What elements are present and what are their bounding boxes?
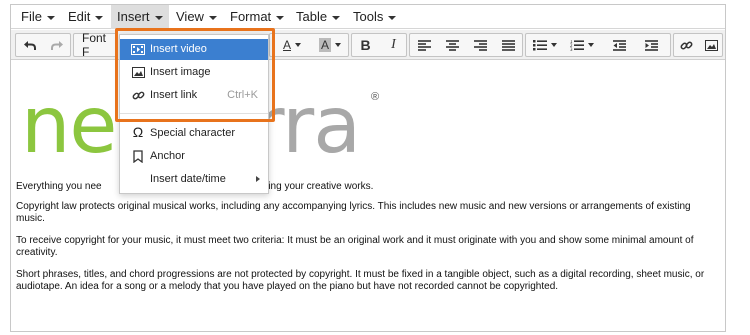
image-button[interactable] (699, 34, 723, 56)
chevron-down-icon (388, 15, 397, 20)
link-icon (680, 41, 692, 49)
chevron-down-icon (335, 43, 341, 47)
indent-button[interactable] (636, 34, 666, 56)
menu-item-anchor[interactable]: Anchor (120, 146, 268, 167)
align-left-icon (417, 39, 431, 51)
text-color-icon: A (282, 38, 291, 52)
bold-button[interactable]: B (352, 34, 379, 56)
image-icon (704, 39, 718, 51)
redo-button[interactable] (44, 34, 71, 56)
menu-item-special-character[interactable]: Ω Special character (120, 123, 268, 144)
numbered-list-icon: 123 (570, 40, 584, 51)
menu-edit[interactable]: Edit (62, 5, 109, 29)
menu-format[interactable]: Format (224, 5, 290, 29)
style-group: B I (351, 33, 407, 57)
align-center-icon (445, 39, 459, 51)
undo-icon (24, 40, 36, 50)
align-right-button[interactable] (466, 34, 494, 56)
bookmark-icon (131, 150, 145, 163)
svg-text:3: 3 (570, 47, 573, 51)
indent-icon (644, 39, 658, 51)
color-group: A A (269, 33, 349, 57)
paragraph: Short phrases, titles, and chord progres… (16, 269, 705, 292)
chevron-down-icon (208, 15, 217, 20)
editor: File Edit Insert View Format Table Tools… (10, 4, 726, 332)
align-center-button[interactable] (438, 34, 466, 56)
history-group (15, 33, 71, 57)
menu-view[interactable]: View (170, 5, 223, 29)
menu-file[interactable]: File (15, 5, 61, 29)
highlight-box (115, 28, 275, 122)
background-color-button[interactable]: A (312, 34, 348, 56)
outdent-button[interactable] (604, 34, 634, 56)
chevron-down-icon (95, 15, 104, 20)
link-button[interactable] (674, 34, 698, 56)
undo-button[interactable] (16, 34, 43, 56)
justify-button[interactable] (494, 34, 522, 56)
chevron-down-icon (295, 43, 301, 47)
redo-icon (51, 40, 63, 50)
list-group: 123 (525, 33, 671, 57)
align-left-button[interactable] (410, 34, 438, 56)
chevron-down-icon (46, 15, 55, 20)
menu-item-insert-datetime[interactable]: Insert date/time (120, 169, 268, 190)
text-color-button[interactable]: A (274, 34, 310, 56)
chevron-right-icon (256, 176, 260, 182)
paragraph: Copyright law protects original musical … (16, 201, 691, 224)
align-right-icon (473, 39, 487, 51)
bullet-list-icon (533, 39, 547, 50)
insert-group (673, 33, 723, 57)
menu-insert[interactable]: Insert (111, 5, 169, 29)
menu-table[interactable]: Table (290, 5, 346, 29)
justify-icon (501, 39, 515, 51)
font-family-label: Font F (82, 31, 107, 59)
font-family-select[interactable]: Font F (73, 31, 117, 59)
omega-icon: Ω (132, 124, 144, 140)
numbered-list-button[interactable]: 123 (564, 34, 600, 56)
registered-mark: ® (371, 91, 380, 103)
bullet-list-button[interactable] (528, 34, 562, 56)
chevron-down-icon (551, 43, 557, 47)
italic-button[interactable]: I (380, 34, 407, 56)
outdent-icon (612, 39, 626, 51)
chevron-down-icon (588, 43, 594, 47)
chevron-down-icon (332, 15, 341, 20)
chevron-down-icon (276, 15, 285, 20)
align-group (409, 33, 523, 57)
menubar: File Edit Insert View Format Table Tools (11, 5, 725, 29)
chevron-down-icon (154, 15, 163, 20)
paragraph: To receive copyright for your music, it … (16, 235, 694, 258)
background-color-icon: A (318, 38, 331, 52)
menu-tools[interactable]: Tools (347, 5, 402, 29)
